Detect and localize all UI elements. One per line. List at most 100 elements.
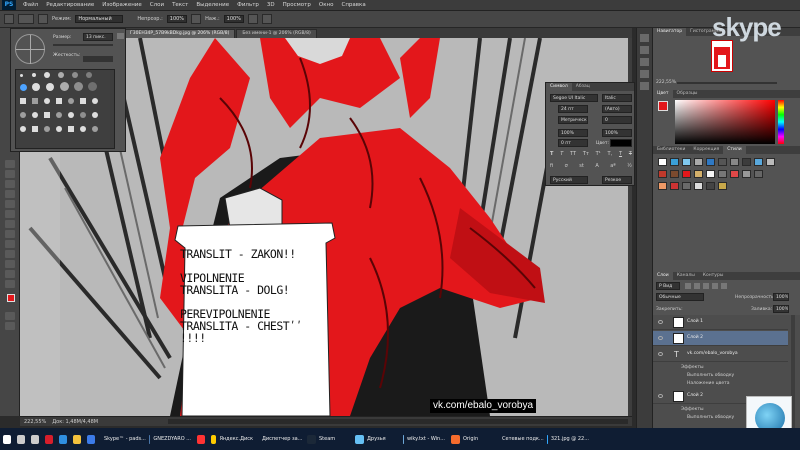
font-size-field[interactable]: 24 пт xyxy=(558,105,588,113)
menu-view[interactable]: Просмотр xyxy=(279,2,315,8)
clone-stamp-icon[interactable] xyxy=(5,170,15,178)
tab-styles[interactable]: Стили xyxy=(723,146,746,154)
zoom-level[interactable]: 222,55% xyxy=(24,419,46,425)
taskbar-item-search[interactable] xyxy=(14,428,28,450)
menu-3d[interactable]: 3D xyxy=(263,2,279,8)
small-caps-button[interactable]: Tт xyxy=(583,151,589,157)
style-swatch[interactable] xyxy=(742,158,751,166)
screen-mode-icon[interactable] xyxy=(5,322,15,330)
style-swatch[interactable] xyxy=(742,170,751,178)
quick-mask-icon[interactable] xyxy=(5,312,15,320)
style-swatch[interactable] xyxy=(718,158,727,166)
taskbar-item-network[interactable]: Сетевые подк... xyxy=(496,428,544,450)
filter-smart-icon[interactable] xyxy=(721,283,727,289)
tab-navigator[interactable]: Навигатор xyxy=(653,28,687,36)
brush-tool-icon[interactable] xyxy=(4,14,14,24)
style-swatch[interactable] xyxy=(682,170,691,178)
gear-icon[interactable] xyxy=(117,33,124,39)
taskbar-item-disk[interactable]: Яндекс.Диск xyxy=(208,428,256,450)
history-brush-icon[interactable] xyxy=(5,180,15,188)
layer-row-selected[interactable]: Слой 2 xyxy=(653,331,788,346)
style-swatch[interactable] xyxy=(682,158,691,166)
underline-button[interactable]: T xyxy=(619,151,622,157)
hue-slider[interactable] xyxy=(778,100,784,144)
taskbar-item-origin[interactable]: Origin xyxy=(448,428,496,450)
style-swatch[interactable] xyxy=(658,182,667,190)
ligature-icon[interactable]: fi xyxy=(550,163,553,169)
horizontal-scale-field[interactable]: 100% xyxy=(602,129,632,137)
horizontal-scrollbar[interactable] xyxy=(168,419,628,424)
leading-field[interactable]: (Авто) xyxy=(602,105,632,113)
navigator-zoom[interactable]: 222,55% xyxy=(656,80,676,85)
font-family-field[interactable]: Segoe UI Italic xyxy=(550,94,598,102)
layer-row[interactable]: T vk.com/ebalo_vorobya xyxy=(653,347,788,362)
tab-layers[interactable]: Слои xyxy=(653,272,673,280)
style-swatch[interactable] xyxy=(658,170,667,178)
stylistic-icon[interactable]: st xyxy=(579,163,584,169)
all-caps-button[interactable]: TT xyxy=(570,151,576,157)
color-field[interactable] xyxy=(675,100,775,144)
zoom-icon[interactable] xyxy=(5,280,15,288)
info-icon[interactable] xyxy=(640,58,649,66)
pressure-opacity-icon[interactable] xyxy=(191,14,202,24)
faux-bold-button[interactable]: T xyxy=(550,151,553,157)
foreground-color-swatch[interactable] xyxy=(7,294,15,302)
doc-tab-2[interactable]: Без имени-1 @ 206% (RGB/8) xyxy=(236,29,317,38)
layer-opacity-field[interactable]: 100% xyxy=(773,293,789,301)
tracking-field[interactable]: 0 xyxy=(602,116,632,124)
brush-grid-scrollbar[interactable] xyxy=(110,70,114,148)
style-swatch[interactable] xyxy=(670,158,679,166)
taskbar-item-photoshop[interactable]: 321.jpg @ 22... xyxy=(544,428,592,450)
style-swatch[interactable] xyxy=(694,158,703,166)
faux-italic-button[interactable]: T xyxy=(560,151,563,157)
taskbar-item-task-view[interactable] xyxy=(28,428,42,450)
navigator-thumbnail[interactable] xyxy=(711,40,733,72)
style-swatch[interactable] xyxy=(754,170,763,178)
style-swatch[interactable] xyxy=(706,158,715,166)
menu-image[interactable]: Изображение xyxy=(98,2,146,8)
flow-field[interactable]: 100% xyxy=(223,15,244,23)
taskbar-item-vk[interactable]: GNEZDYARO ... xyxy=(146,428,194,450)
blend-mode-select[interactable]: Обычные xyxy=(656,293,704,301)
tab-channels[interactable]: Каналы xyxy=(673,272,699,280)
taskbar-item-opera[interactable] xyxy=(42,428,56,450)
size-slider[interactable] xyxy=(53,44,113,46)
menu-select[interactable]: Выделение xyxy=(192,2,233,8)
brush-settings-icon[interactable] xyxy=(640,70,649,78)
style-swatch[interactable] xyxy=(706,182,715,190)
opacity-field[interactable]: 100% xyxy=(166,15,188,23)
strikethrough-button[interactable]: T xyxy=(629,151,632,157)
hardness-field[interactable] xyxy=(83,56,113,62)
airbrush-icon[interactable] xyxy=(247,14,258,24)
taskbar-item-file-explorer[interactable] xyxy=(70,428,84,450)
text-color-swatch[interactable] xyxy=(610,139,632,147)
tab-paths[interactable]: Контуры xyxy=(699,272,728,280)
style-swatch[interactable] xyxy=(730,170,739,178)
gradient-icon[interactable] xyxy=(5,200,15,208)
pen-icon[interactable] xyxy=(5,230,15,238)
menu-file[interactable]: Файл xyxy=(19,2,42,8)
filter-type-icon[interactable] xyxy=(703,283,709,289)
tab-color[interactable]: Цвет xyxy=(653,90,673,98)
ordinal-icon[interactable]: aª xyxy=(610,163,615,169)
brush-preset-picker[interactable] xyxy=(18,14,34,24)
shape-icon[interactable] xyxy=(5,260,15,268)
taskbar-item-steam-friends[interactable]: Друзья xyxy=(352,428,400,450)
filter-adjustment-icon[interactable] xyxy=(694,283,700,289)
menu-type[interactable]: Текст xyxy=(168,2,192,8)
tab-libraries[interactable]: Библиотеки xyxy=(653,146,689,154)
style-swatch[interactable] xyxy=(706,170,715,178)
filter-pixel-icon[interactable] xyxy=(685,283,691,289)
eraser-icon[interactable] xyxy=(5,190,15,198)
tab-swatches[interactable]: Образцы xyxy=(673,90,702,98)
doc-tab-1[interactable]: Г30EH34P_57B9kBDkg.jpg @ 206% (RGB/8) xyxy=(124,29,236,38)
style-swatch[interactable] xyxy=(694,182,703,190)
fill-field[interactable]: 100% xyxy=(773,305,789,313)
path-select-icon[interactable] xyxy=(5,250,15,258)
style-swatch[interactable] xyxy=(718,170,727,178)
menu-filter[interactable]: Фильтр xyxy=(233,2,263,8)
taskbar-item-edge[interactable] xyxy=(56,428,70,450)
superscript-button[interactable]: T¹ xyxy=(596,151,601,157)
tab-paragraph[interactable]: Абзац xyxy=(572,83,594,91)
style-swatch[interactable] xyxy=(670,170,679,178)
